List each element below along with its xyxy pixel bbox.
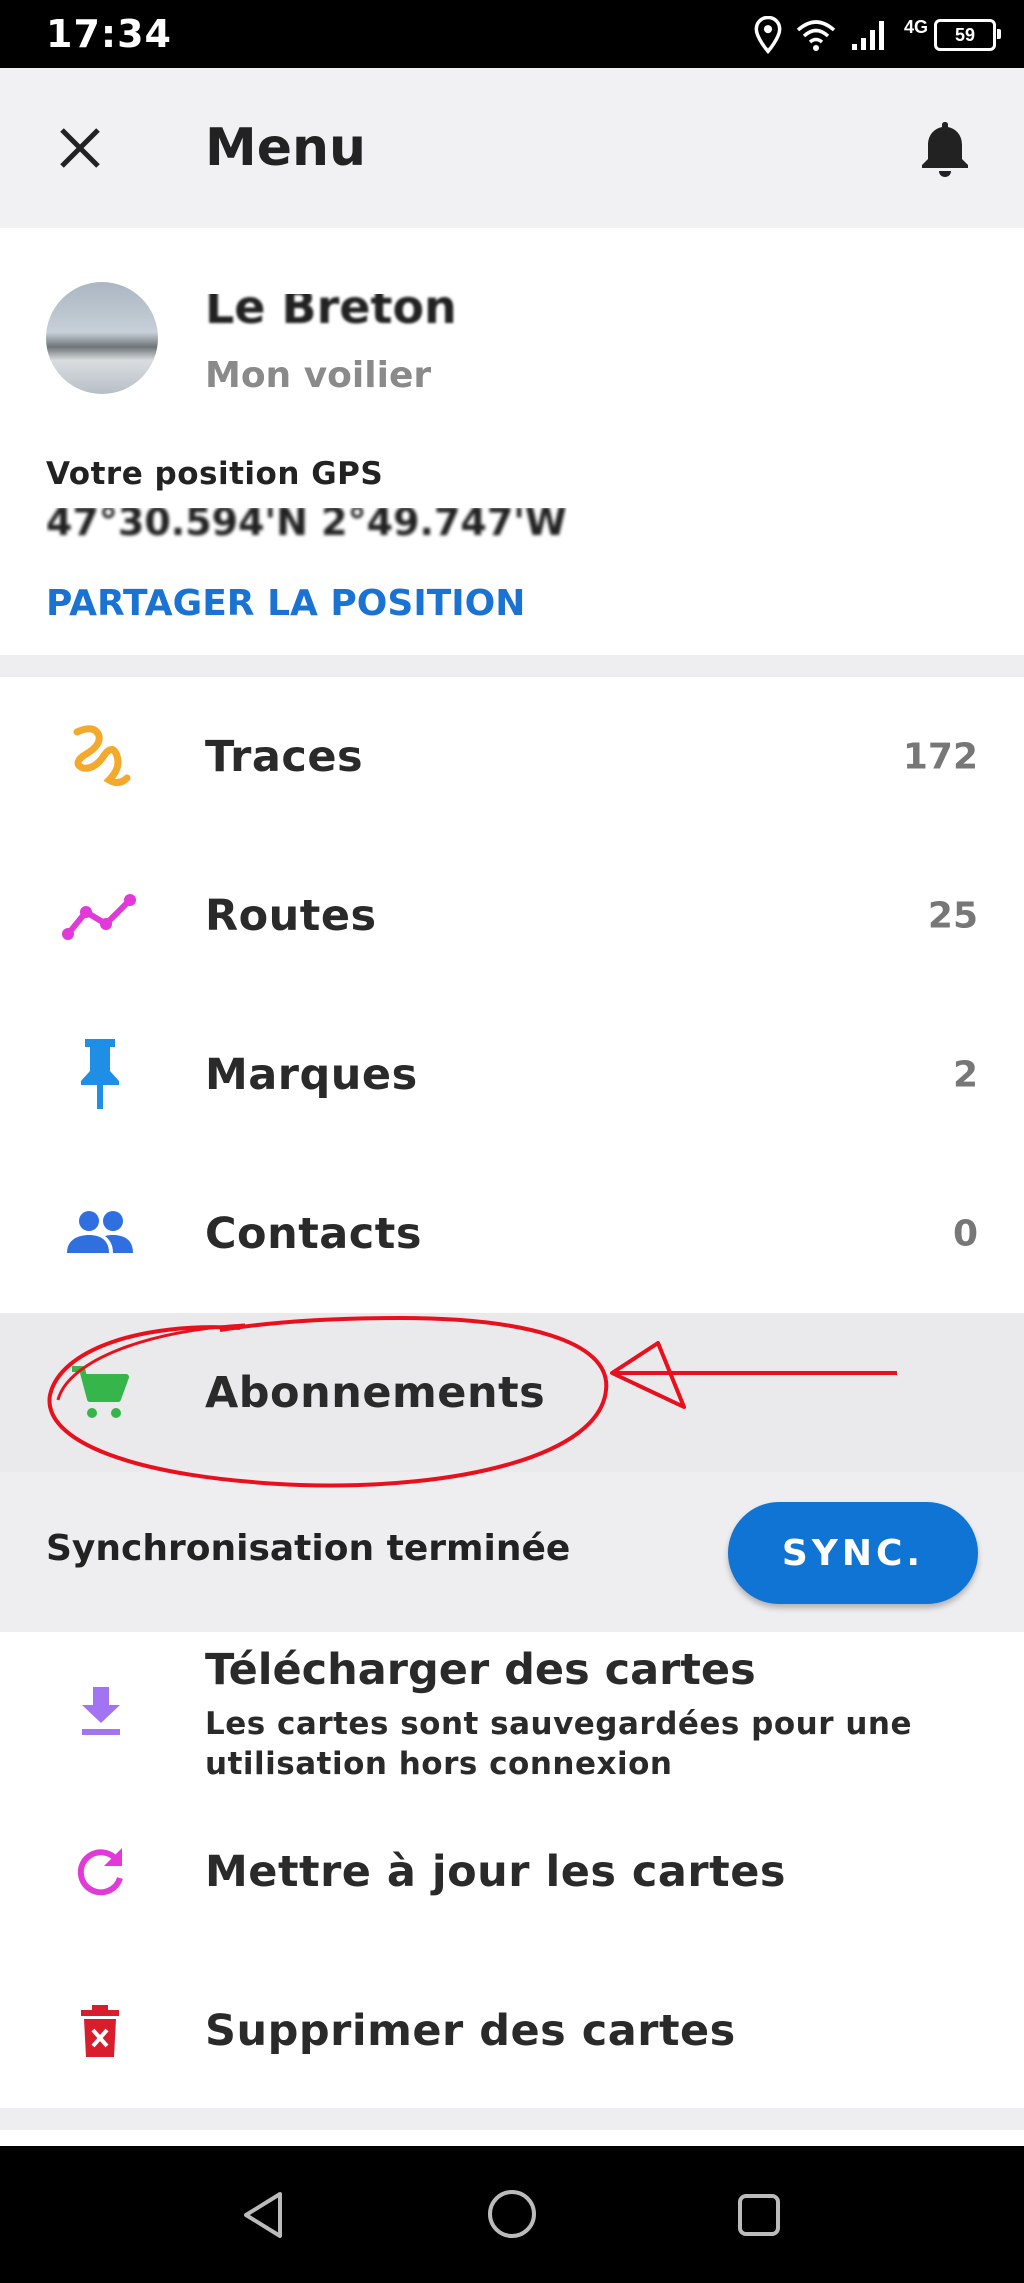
menu-item-count: 172 bbox=[902, 736, 978, 777]
network-type: 4G bbox=[903, 16, 928, 37]
section-divider bbox=[0, 655, 1024, 677]
sync-button[interactable]: SYNC. bbox=[728, 1502, 978, 1604]
menu-item-traces[interactable]: Traces 172 bbox=[0, 677, 1024, 836]
navigation-bar bbox=[0, 2146, 1024, 2283]
menu-item-label: Traces bbox=[205, 731, 364, 782]
menu-item-contacts[interactable]: Contacts 0 bbox=[0, 1154, 1024, 1313]
share-position-link[interactable]: PARTAGER LA POSITION bbox=[46, 583, 525, 624]
sync-row: Synchronisation terminée SYNC. bbox=[0, 1472, 1024, 1632]
menu-item-routes[interactable]: Routes 25 bbox=[0, 836, 1024, 995]
update-maps-item[interactable]: Mettre à jour les cartes bbox=[0, 1792, 1024, 1951]
download-icon bbox=[82, 1687, 120, 1735]
refresh-icon bbox=[60, 1832, 140, 1912]
menu-item-count: 2 bbox=[952, 1054, 978, 1095]
battery-icon: 59 bbox=[934, 19, 1001, 51]
sync-status: Synchronisation terminée bbox=[46, 1528, 571, 1569]
avatar[interactable] bbox=[46, 282, 158, 394]
trash-icon bbox=[60, 1991, 140, 2071]
menu-item-label: Abonnements bbox=[205, 1367, 546, 1418]
status-time: 17:34 bbox=[46, 12, 172, 56]
routes-icon bbox=[60, 876, 140, 956]
wifi-icon bbox=[796, 20, 836, 51]
menu-item-count: 25 bbox=[927, 895, 978, 936]
menu-item-label: Marques bbox=[205, 1049, 418, 1100]
download-maps-title: Télécharger des cartes bbox=[205, 1645, 756, 1695]
status-icons: 4G 59 bbox=[754, 14, 1001, 56]
gps-value: 47°30.594'N 2°49.747'W bbox=[46, 500, 567, 544]
recents-icon[interactable] bbox=[736, 2192, 782, 2238]
close-icon[interactable] bbox=[58, 126, 102, 170]
section-divider bbox=[0, 2108, 1024, 2130]
bell-icon[interactable] bbox=[918, 118, 972, 178]
back-icon[interactable] bbox=[240, 2190, 288, 2240]
download-maps-subtitle: Les cartes sont sauvegardées pour une ut… bbox=[205, 1706, 912, 1782]
menu-item-label: Contacts bbox=[205, 1208, 422, 1259]
status-bar: 17:34 4G 59 bbox=[0, 0, 1024, 68]
menu-item-marques[interactable]: Marques 2 bbox=[0, 995, 1024, 1154]
page-title: Menu bbox=[205, 118, 367, 178]
contacts-icon bbox=[60, 1194, 140, 1274]
signal-icon bbox=[851, 21, 884, 50]
menu-item-count: 0 bbox=[952, 1213, 978, 1254]
profile-boat: Mon voilier bbox=[205, 355, 432, 396]
app-header: Menu bbox=[0, 68, 1024, 228]
cart-icon bbox=[60, 1353, 140, 1433]
menu-item-abonnements[interactable]: Abonnements bbox=[0, 1313, 1024, 1472]
profile-name: Le Breton bbox=[205, 280, 457, 334]
pin-icon bbox=[60, 1035, 140, 1115]
delete-maps-item[interactable]: Supprimer des cartes bbox=[0, 1951, 1024, 2110]
location-icon bbox=[754, 16, 782, 54]
traces-icon bbox=[60, 717, 140, 797]
menu-item-label: Routes bbox=[205, 890, 377, 941]
delete-maps-label: Supprimer des cartes bbox=[205, 2005, 736, 2056]
home-icon[interactable] bbox=[486, 2188, 538, 2240]
gps-label: Votre position GPS bbox=[46, 456, 384, 492]
battery-level: 59 bbox=[954, 24, 976, 45]
update-maps-label: Mettre à jour les cartes bbox=[205, 1846, 786, 1897]
